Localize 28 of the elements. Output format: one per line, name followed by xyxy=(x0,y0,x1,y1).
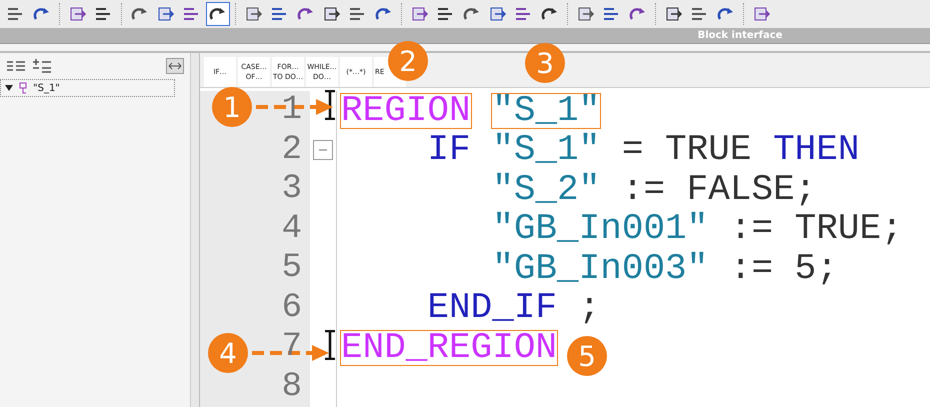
code-token: THEN xyxy=(773,133,860,168)
code-token: 5; xyxy=(794,252,838,286)
code-token: TRUE; xyxy=(794,212,903,246)
highlighted-code: REGION xyxy=(341,94,471,128)
callout-badge: 5 xyxy=(567,336,607,376)
code-token: "GB_In003" xyxy=(492,252,708,286)
line-number: 8 xyxy=(282,368,303,407)
line-number: 2 xyxy=(282,130,303,170)
line-number: 3 xyxy=(282,170,303,210)
code-token: ; xyxy=(578,291,600,326)
highlighted-code: "S_1" xyxy=(492,94,600,128)
tree-label: "S_1" xyxy=(33,82,60,94)
line-number: 6 xyxy=(282,288,303,328)
code-token: := xyxy=(730,252,774,286)
code-token: := xyxy=(622,172,666,207)
line-number: 4 xyxy=(282,210,303,249)
code-token: FALSE; xyxy=(686,172,816,207)
code-token: "S_2" xyxy=(492,172,600,207)
code-token: "S_1" xyxy=(492,133,600,168)
code-token: = xyxy=(622,133,644,168)
code-token: := xyxy=(730,212,774,246)
line-number: 5 xyxy=(282,249,303,288)
code-token: "GB_In001" xyxy=(492,212,708,246)
highlighted-code: END_REGION xyxy=(341,330,558,365)
code-token: TRUE xyxy=(665,133,752,168)
code-token: END_IF xyxy=(427,291,558,326)
tree-item[interactable]: "S_1" xyxy=(0,79,175,97)
code-token: IF xyxy=(427,133,471,168)
